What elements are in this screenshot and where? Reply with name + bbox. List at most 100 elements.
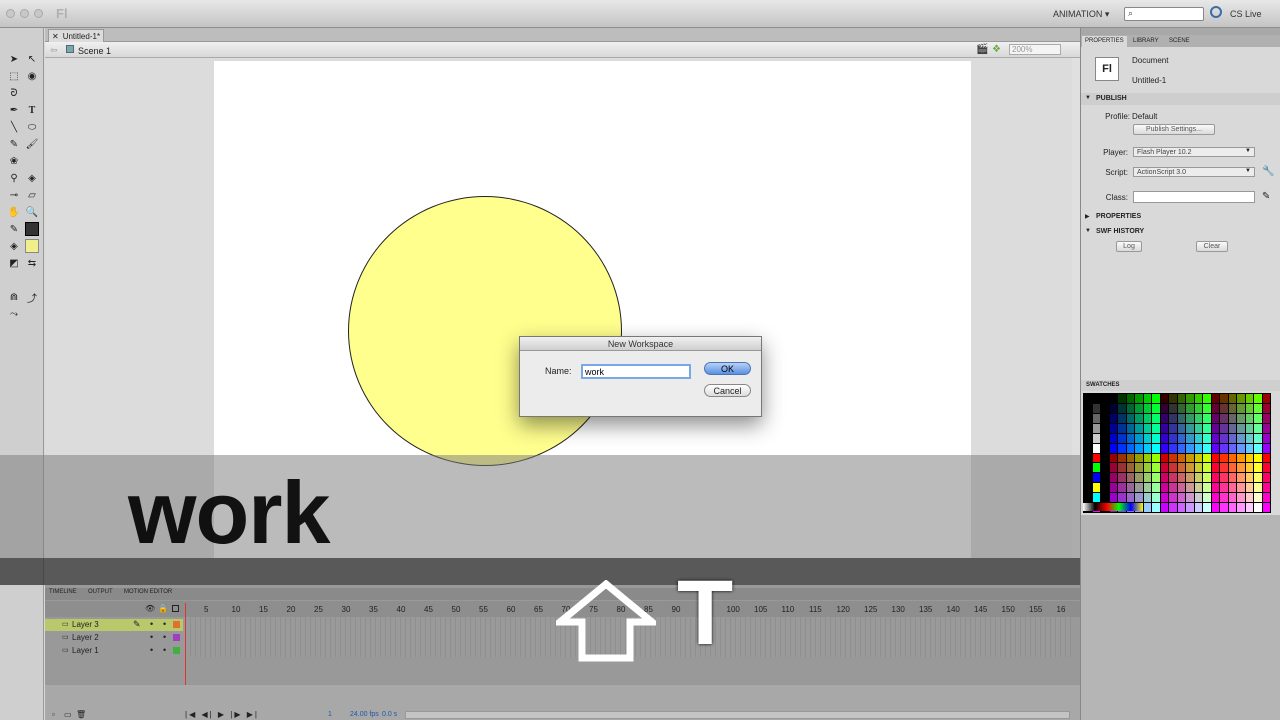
color-swatch[interactable]	[1194, 473, 1202, 483]
color-swatch[interactable]	[1109, 453, 1117, 463]
color-swatch[interactable]	[1203, 443, 1211, 453]
color-swatch[interactable]	[1237, 473, 1245, 483]
color-swatch[interactable]	[1245, 503, 1253, 512]
color-swatch[interactable]	[1228, 423, 1236, 433]
color-swatch[interactable]	[1194, 483, 1202, 493]
hand-tool-icon[interactable]: ✋	[7, 205, 21, 219]
brush-tool-icon[interactable]: 🖌	[25, 137, 39, 151]
color-swatch[interactable]	[1143, 463, 1151, 473]
color-swatch[interactable]	[1177, 403, 1185, 413]
color-swatch[interactable]	[1186, 493, 1194, 503]
publish-section-header[interactable]: PUBLISH	[1081, 93, 1280, 105]
color-swatch[interactable]	[1092, 473, 1100, 483]
fill-color-icon[interactable]: ◈	[7, 239, 21, 253]
free-transform-tool-icon[interactable]: ⬚	[7, 69, 21, 83]
color-swatch[interactable]	[1135, 443, 1143, 453]
color-swatch[interactable]	[1101, 473, 1109, 483]
color-swatch[interactable]	[1245, 473, 1253, 483]
color-swatch[interactable]	[1084, 483, 1092, 493]
color-swatch[interactable]	[1169, 483, 1177, 493]
color-swatch[interactable]	[1135, 423, 1143, 433]
color-swatch[interactable]	[1169, 394, 1177, 403]
color-swatch[interactable]	[1228, 394, 1236, 403]
current-frame-readout[interactable]: 1	[328, 711, 332, 718]
color-swatch[interactable]	[1262, 403, 1270, 413]
color-swatch[interactable]	[1186, 403, 1194, 413]
edit-symbols-icon[interactable]: ❖	[992, 44, 1001, 55]
color-swatch[interactable]	[1237, 443, 1245, 453]
disclosure-open-icon[interactable]: ▼	[1085, 228, 1091, 234]
color-swatch[interactable]	[1237, 394, 1245, 403]
class-input[interactable]	[1133, 191, 1255, 203]
color-swatch[interactable]	[1084, 493, 1092, 503]
color-swatch[interactable]	[1228, 503, 1236, 512]
color-swatch[interactable]	[1169, 443, 1177, 453]
layer-row-3[interactable]: ▭ Layer 3 ✎ • •	[45, 619, 183, 631]
color-swatch[interactable]	[1126, 403, 1134, 413]
color-swatch[interactable]	[1169, 503, 1177, 512]
clear-button[interactable]: Clear	[1196, 241, 1228, 252]
color-swatch[interactable]	[1109, 443, 1117, 453]
tab-properties[interactable]: PROPERTIES	[1082, 36, 1127, 47]
color-swatch[interactable]	[1203, 463, 1211, 473]
color-swatch[interactable]	[1262, 473, 1270, 483]
color-swatch[interactable]	[1177, 483, 1185, 493]
color-swatch[interactable]	[1135, 433, 1143, 443]
color-swatch[interactable]	[1254, 453, 1262, 463]
oval-tool-icon[interactable]: ⬭	[25, 120, 39, 134]
color-swatch[interactable]	[1135, 463, 1143, 473]
color-swatch[interactable]	[1143, 493, 1151, 503]
panel-grip[interactable]	[1081, 28, 1280, 35]
color-swatch[interactable]	[1245, 463, 1253, 473]
color-swatch[interactable]	[1254, 443, 1262, 453]
color-swatch[interactable]	[1135, 394, 1143, 403]
color-swatch[interactable]	[1160, 433, 1168, 443]
color-swatch[interactable]	[1211, 433, 1219, 443]
color-swatch[interactable]	[1101, 413, 1109, 423]
color-swatch[interactable]	[1177, 443, 1185, 453]
color-swatch[interactable]	[1177, 433, 1185, 443]
tab-output[interactable]: OUTPUT	[88, 589, 113, 595]
color-swatch[interactable]	[1143, 423, 1151, 433]
color-swatch[interactable]	[1152, 413, 1160, 423]
color-swatch[interactable]	[1203, 473, 1211, 483]
new-folder-icon[interactable]: ▭	[64, 710, 72, 719]
color-swatch[interactable]	[1169, 423, 1177, 433]
color-swatch[interactable]	[1237, 433, 1245, 443]
color-swatch[interactable]	[1220, 473, 1228, 483]
color-swatch[interactable]	[1084, 423, 1092, 433]
color-swatch[interactable]	[1118, 493, 1126, 503]
color-swatch[interactable]	[1109, 433, 1117, 443]
color-swatch[interactable]	[1109, 394, 1117, 403]
color-swatch[interactable]	[1177, 394, 1185, 403]
properties-section-header[interactable]: PROPERTIES	[1081, 211, 1280, 223]
color-swatch[interactable]	[1135, 453, 1143, 463]
color-swatch[interactable]	[1228, 473, 1236, 483]
color-swatch[interactable]	[1177, 463, 1185, 473]
color-swatch[interactable]	[1211, 403, 1219, 413]
color-swatch[interactable]	[1186, 394, 1194, 403]
color-swatch[interactable]	[1254, 423, 1262, 433]
help-search-input[interactable]	[1124, 7, 1204, 21]
color-swatch[interactable]	[1220, 483, 1228, 493]
yellow-circle-shape[interactable]	[348, 196, 622, 466]
smooth-icon[interactable]: ⤴	[25, 290, 39, 305]
color-swatch[interactable]	[1194, 443, 1202, 453]
color-swatch[interactable]	[1101, 403, 1109, 413]
color-swatch[interactable]	[1152, 493, 1160, 503]
color-swatch[interactable]	[1101, 423, 1109, 433]
straighten-icon[interactable]: ⤳	[7, 307, 21, 321]
color-swatch[interactable]	[1152, 443, 1160, 453]
layer-name[interactable]: Layer 1	[72, 646, 99, 655]
color-swatch[interactable]	[1220, 413, 1228, 423]
color-swatch[interactable]	[1186, 423, 1194, 433]
color-swatch[interactable]	[1254, 394, 1262, 403]
color-swatch[interactable]	[1194, 403, 1202, 413]
edit-scene-icon[interactable]: 🎬	[976, 44, 988, 55]
color-swatch[interactable]	[1152, 403, 1160, 413]
color-swatch[interactable]	[1177, 453, 1185, 463]
color-swatch[interactable]	[1211, 493, 1219, 503]
color-swatch[interactable]	[1109, 413, 1117, 423]
color-swatch[interactable]	[1126, 463, 1134, 473]
color-swatch[interactable]	[1135, 473, 1143, 483]
